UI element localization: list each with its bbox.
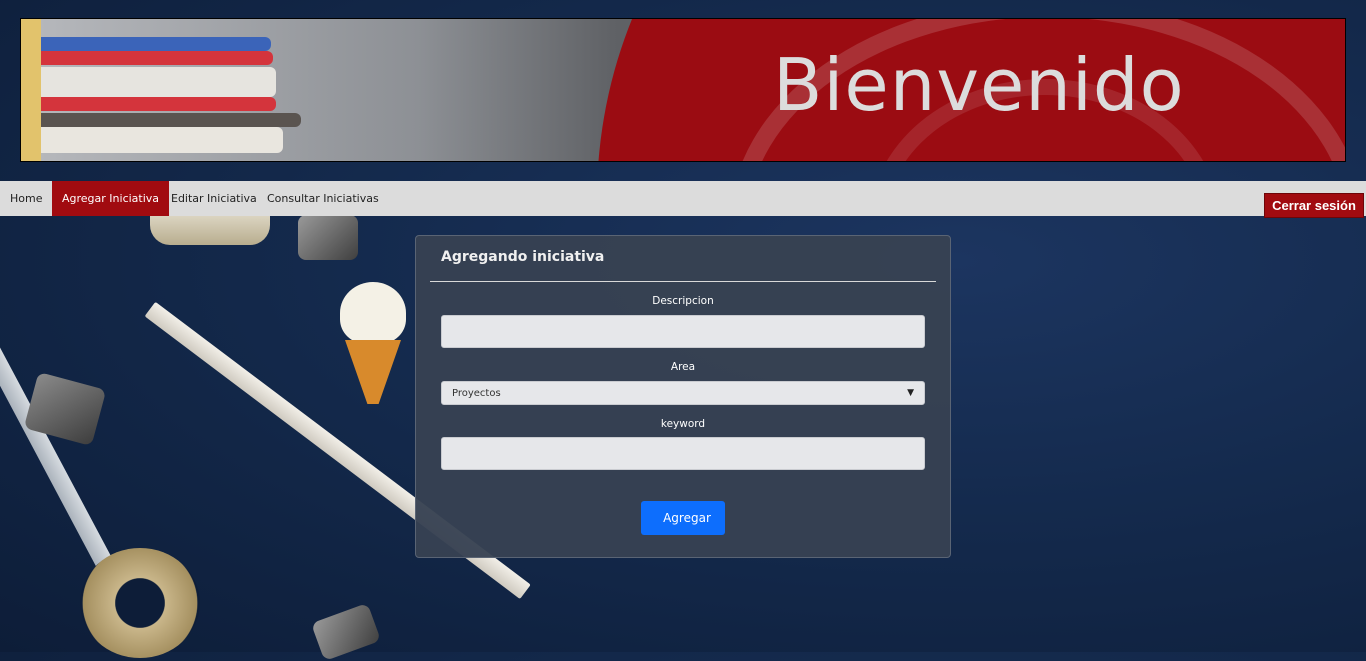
- nav-item-editar-iniciativa[interactable]: Editar Iniciativa: [161, 181, 267, 216]
- keyword-label: keyword: [660, 418, 706, 430]
- binder-clip-decoration: [310, 602, 382, 661]
- header-banner: Bienvenido: [20, 18, 1346, 162]
- ice-cream-cone-decoration: [345, 340, 401, 404]
- add-initiative-form: Agregando iniciativa Descripcion Area Pr…: [415, 235, 951, 558]
- agregar-button[interactable]: Agregar: [641, 501, 725, 535]
- top-navbar: Home Agregar Iniciativa Editar Iniciativ…: [0, 181, 1366, 216]
- descripcion-label: Descripcion: [652, 295, 714, 307]
- logout-button[interactable]: Cerrar sesión: [1264, 193, 1364, 218]
- nav-item-home[interactable]: Home: [0, 181, 52, 216]
- ruler-image: [21, 19, 41, 161]
- form-title: Agregando iniciativa: [441, 249, 605, 265]
- keyword-input[interactable]: [441, 437, 925, 470]
- title-divider: [430, 281, 936, 282]
- binder-clip-decoration: [298, 215, 358, 260]
- dropdown-caret-icon: ▼: [907, 388, 914, 398]
- nav-item-consultar-iniciativas[interactable]: Consultar Iniciativas: [257, 181, 389, 216]
- area-select[interactable]: Proyectos ▼: [441, 381, 925, 405]
- area-selected-value: Proyectos: [452, 387, 501, 399]
- ice-cream-decoration: [340, 282, 406, 344]
- nav-item-agregar-iniciativa[interactable]: Agregar Iniciativa: [52, 181, 170, 216]
- descripcion-input[interactable]: [441, 315, 925, 348]
- books-image: [21, 19, 321, 161]
- area-label: Area: [670, 361, 696, 373]
- washi-tape-decoration: [80, 548, 200, 658]
- banner-title: Bienvenido: [773, 43, 1185, 127]
